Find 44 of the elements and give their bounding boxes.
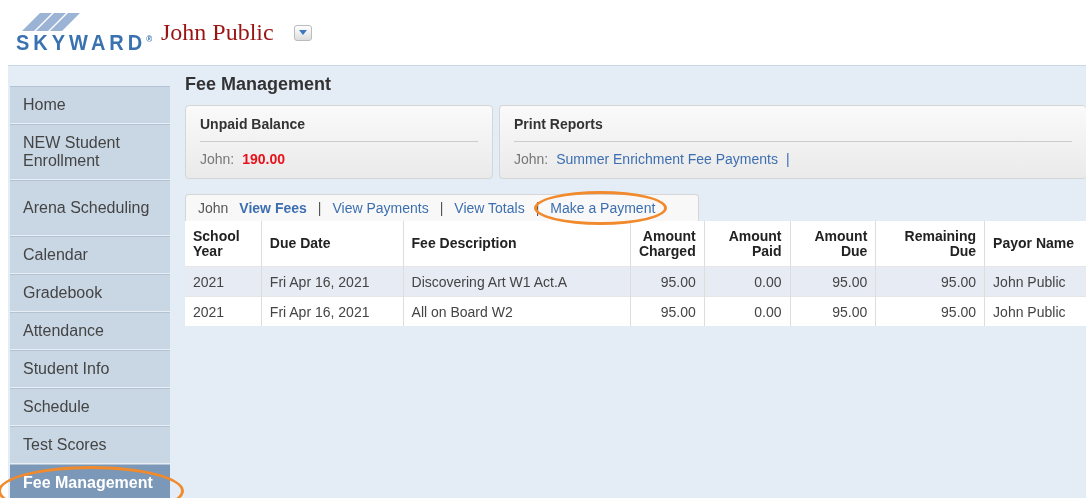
report-link[interactable]: Summer Enrichment Fee Payments xyxy=(556,151,778,167)
table-cell: John Public xyxy=(984,266,1086,297)
table-cell: All on Board W2 xyxy=(403,296,631,326)
student-label: John xyxy=(198,200,229,216)
table-cell: 95.00 xyxy=(875,266,985,297)
sidebar-item[interactable]: Arena Scheduling xyxy=(10,180,170,236)
sidebar-item[interactable]: Schedule xyxy=(10,388,170,426)
balance-amount: 190.00 xyxy=(242,151,286,167)
student-label: John: xyxy=(514,151,549,167)
user-name: John Public xyxy=(161,19,274,46)
tab[interactable]: Make a Payment xyxy=(550,200,656,216)
table-cell: 2021 xyxy=(185,296,262,326)
table-cell: Fri Apr 16, 2021 xyxy=(261,266,404,297)
tab[interactable]: View Totals xyxy=(454,200,525,216)
table-cell: 95.00 xyxy=(630,266,705,297)
table-cell: John Public xyxy=(984,296,1086,326)
card-title: Unpaid Balance xyxy=(200,116,478,142)
table-cell: Fri Apr 16, 2021 xyxy=(261,296,404,326)
table-cell: 2021 xyxy=(185,266,262,297)
dropdown-button[interactable] xyxy=(293,24,312,41)
separator: | xyxy=(439,200,444,216)
table-cell: 95.00 xyxy=(875,296,985,326)
sidebar-item[interactable]: Calendar xyxy=(10,236,170,274)
separator: | xyxy=(317,200,322,216)
sidebar-item[interactable]: NEW Student Enrollment xyxy=(10,124,170,180)
table-cell: 0.00 xyxy=(704,296,791,326)
tab[interactable]: View Payments xyxy=(332,200,429,216)
table-cell: 95.00 xyxy=(630,296,705,326)
sidebar-item[interactable]: Attendance xyxy=(10,312,170,350)
tab[interactable]: View Fees xyxy=(239,200,307,216)
table-cell: 0.00 xyxy=(704,266,791,297)
logo: SKYWARD$^{®}$ xyxy=(16,29,153,54)
sidebar-item[interactable]: Home xyxy=(10,86,170,124)
sidebar-item[interactable]: Test Scores xyxy=(10,426,170,464)
separator: | xyxy=(786,151,790,167)
card-title: Print Reports xyxy=(514,116,1072,142)
sidebar-item[interactable]: Student Info xyxy=(10,350,170,388)
caret-icon xyxy=(298,30,307,35)
sidebar-item[interactable]: Gradebook xyxy=(10,274,170,312)
table-cell: Discovering Art W1 Act.A xyxy=(403,266,631,297)
page-title: Fee Management xyxy=(185,74,333,95)
table-cell: 95.00 xyxy=(790,266,876,297)
student-label: John: xyxy=(200,151,235,167)
table-cell: 95.00 xyxy=(790,296,876,326)
